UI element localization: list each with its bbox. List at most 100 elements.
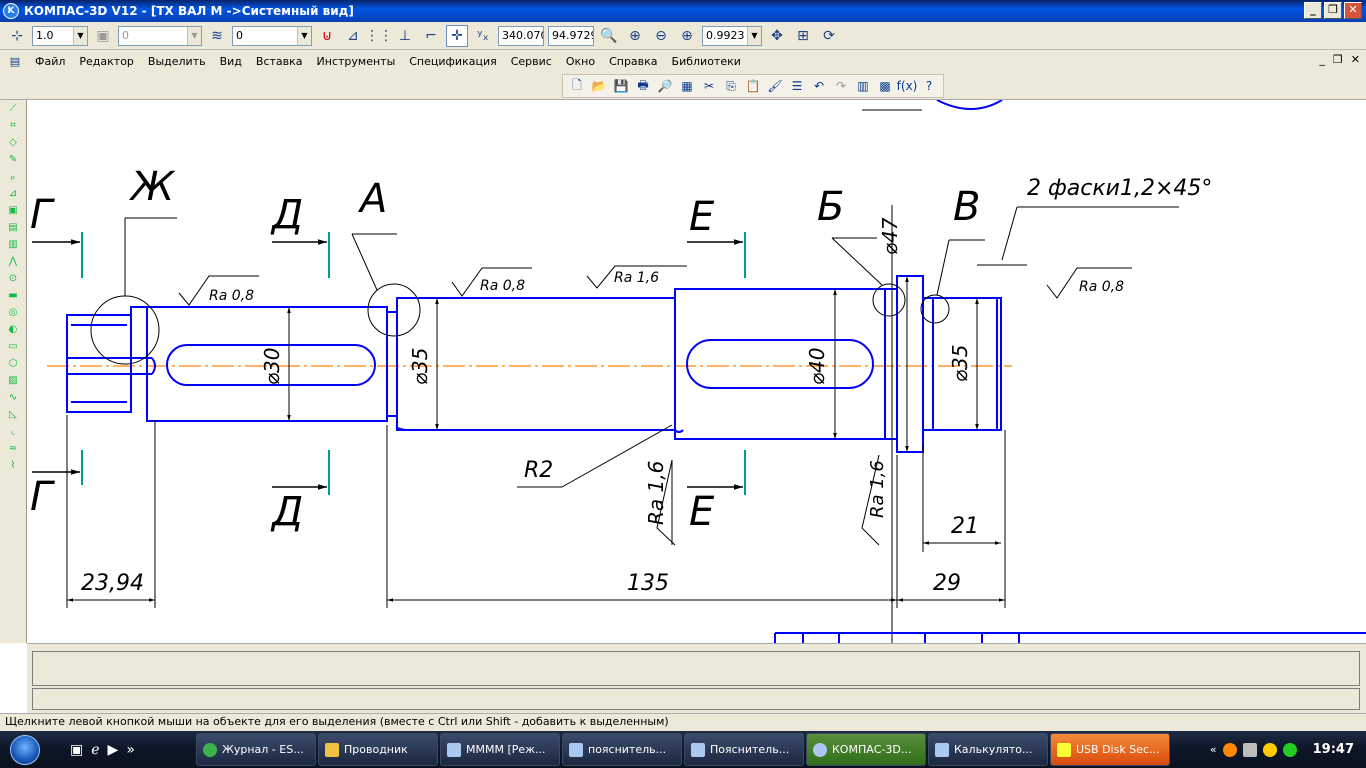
hatch-icon[interactable]: ▨ bbox=[3, 373, 23, 389]
task-word-note2[interactable]: Пояснитель... bbox=[684, 733, 804, 766]
document-icon[interactable]: ▤ bbox=[8, 54, 22, 68]
manager-icon[interactable]: ▥ bbox=[853, 76, 873, 96]
kompas-app-icon[interactable]: K bbox=[3, 3, 19, 19]
tray-app-icon[interactable] bbox=[1222, 742, 1237, 757]
variables-icon[interactable]: f(x) bbox=[897, 76, 918, 96]
arc-icon[interactable]: ◐ bbox=[3, 322, 23, 338]
undo-icon[interactable]: ↶ bbox=[809, 76, 829, 96]
new-document-icon[interactable]: 🗋 bbox=[567, 76, 587, 96]
snap-settings-icon[interactable]: ⊿ bbox=[342, 25, 364, 47]
ie-icon[interactable]: ℯ bbox=[91, 742, 99, 758]
geometry-icon[interactable]: ⟋ bbox=[3, 101, 23, 117]
minimize-button[interactable]: _ bbox=[1304, 2, 1322, 19]
properties-tabs[interactable] bbox=[32, 688, 1360, 710]
properties-icon[interactable]: ☰ bbox=[787, 76, 807, 96]
copy-icon[interactable]: ⎘ bbox=[721, 76, 741, 96]
task-calculator[interactable]: Калькулято... bbox=[928, 733, 1048, 766]
properties-area[interactable] bbox=[32, 651, 1360, 686]
task-journal[interactable]: Журнал - ES... bbox=[196, 733, 316, 766]
layer-combo[interactable]: 0 ▼ bbox=[232, 25, 312, 46]
fillet-icon[interactable]: ◟ bbox=[3, 424, 23, 440]
menu-select[interactable]: Выделить bbox=[141, 55, 213, 68]
step-icon[interactable]: ⊹ bbox=[6, 25, 28, 47]
cut-icon[interactable]: ✂ bbox=[699, 76, 719, 96]
more-quicklaunch-icon[interactable]: » bbox=[126, 742, 135, 758]
symbols-icon[interactable]: ◇ bbox=[3, 135, 23, 151]
media-player-icon[interactable]: ▶ bbox=[108, 742, 119, 758]
print-icon[interactable]: 🖶 bbox=[633, 76, 653, 96]
spec-icon[interactable]: ▥ bbox=[3, 237, 23, 253]
layers-icon[interactable]: ≋ bbox=[206, 25, 228, 47]
doc-restore-button[interactable]: ❐ bbox=[1333, 53, 1343, 66]
equidistant-icon[interactable]: ≈ bbox=[3, 441, 23, 457]
doc-close-button[interactable]: ✕ bbox=[1351, 53, 1360, 66]
zoom-all-icon[interactable]: ⊞ bbox=[792, 25, 814, 47]
task-word-mmmm[interactable]: ММММ [Реж... bbox=[440, 733, 560, 766]
contour-icon[interactable]: ⌇ bbox=[3, 458, 23, 474]
parametrization-icon[interactable]: ₚ bbox=[3, 169, 23, 185]
preview-icon[interactable]: ▦ bbox=[677, 76, 697, 96]
copy-properties-icon[interactable]: 🖌 bbox=[765, 76, 785, 96]
maximize-button[interactable]: ❐ bbox=[1324, 2, 1342, 19]
task-explorer[interactable]: Проводник bbox=[318, 733, 438, 766]
refresh-icon[interactable]: ⟳ bbox=[818, 25, 840, 47]
measure-icon[interactable]: ⊿ bbox=[3, 186, 23, 202]
coord-y-field[interactable]: 94.9729 bbox=[548, 25, 594, 46]
open-icon[interactable]: 📂 bbox=[589, 76, 609, 96]
doc-minimize-button[interactable]: _ bbox=[1319, 53, 1325, 66]
report-icon[interactable]: ⋀ bbox=[3, 254, 23, 270]
point-icon[interactable]: ⊙ bbox=[3, 271, 23, 287]
menu-service[interactable]: Сервис bbox=[504, 55, 559, 68]
zoom-scale-icon[interactable]: ⊕ bbox=[676, 25, 698, 47]
drawing-canvas[interactable]: Г Г Ж Д Д А Е Е Б В 2 фаски1,2×45° Ra 0,… bbox=[27, 100, 1366, 643]
ortho-icon[interactable]: ⌐ bbox=[420, 25, 442, 47]
tray-expand-icon[interactable]: « bbox=[1210, 743, 1217, 756]
editing-icon[interactable]: ✎ bbox=[3, 152, 23, 168]
menu-file[interactable]: Файл bbox=[28, 55, 72, 68]
show-desktop-icon[interactable]: ▣ bbox=[70, 742, 83, 758]
rect-icon[interactable]: ▭ bbox=[3, 339, 23, 355]
library-manager-icon[interactable]: ▩ bbox=[875, 76, 895, 96]
zoom-combo[interactable]: 0.9923 ▼ bbox=[702, 25, 762, 46]
menu-specification[interactable]: Спецификация bbox=[402, 55, 503, 68]
menu-tools[interactable]: Инструменты bbox=[310, 55, 403, 68]
circle-icon[interactable]: ◎ bbox=[3, 305, 23, 321]
paste-icon[interactable]: 📋 bbox=[743, 76, 763, 96]
menu-insert[interactable]: Вставка bbox=[249, 55, 310, 68]
redo-icon[interactable]: ↷ bbox=[831, 76, 851, 96]
task-usb-disk[interactable]: USB Disk Sec... bbox=[1050, 733, 1170, 766]
segment-icon[interactable]: ▬ bbox=[3, 288, 23, 304]
print-preview-icon[interactable]: 🔎 bbox=[655, 76, 675, 96]
chamfer-icon[interactable]: ◺ bbox=[3, 407, 23, 423]
task-word-note1[interactable]: пояснитель... bbox=[562, 733, 682, 766]
menu-libraries[interactable]: Библиотеки bbox=[665, 55, 748, 68]
pan-icon[interactable]: ✥ bbox=[766, 25, 788, 47]
grid-icon[interactable]: ⋮⋮ bbox=[365, 25, 393, 47]
local-cs-icon[interactable]: ⊥ bbox=[394, 25, 416, 47]
menu-help[interactable]: Справка bbox=[602, 55, 664, 68]
tray-network-icon[interactable] bbox=[1282, 742, 1297, 757]
tray-mail-icon[interactable] bbox=[1262, 742, 1277, 757]
selection-icon[interactable]: ▣ bbox=[3, 203, 23, 219]
zoom-out-icon[interactable]: ⊖ bbox=[650, 25, 672, 47]
menu-editor[interactable]: Редактор bbox=[72, 55, 141, 68]
start-button[interactable] bbox=[0, 731, 50, 768]
save-icon[interactable]: 💾 bbox=[611, 76, 631, 96]
zoom-in-icon[interactable]: ⊕ bbox=[624, 25, 646, 47]
spline-icon[interactable]: ∿ bbox=[3, 390, 23, 406]
help-pointer-icon[interactable]: ? bbox=[919, 76, 939, 96]
dimensions-icon[interactable]: ⌗ bbox=[3, 118, 23, 134]
menu-view[interactable]: Вид bbox=[213, 55, 249, 68]
close-button[interactable]: ✕ bbox=[1344, 2, 1362, 19]
tray-clock[interactable]: 19:47 bbox=[1313, 742, 1354, 757]
polygon-icon[interactable]: ⬡ bbox=[3, 356, 23, 372]
tray-keyboard-icon[interactable] bbox=[1242, 742, 1257, 757]
snap-magnet-icon[interactable]: ⊍ bbox=[316, 25, 338, 47]
coord-x-field[interactable]: 340.070 bbox=[498, 25, 544, 46]
associative-views-icon[interactable]: ▤ bbox=[3, 220, 23, 236]
task-kompas[interactable]: КОМПАС-3D... bbox=[806, 733, 926, 766]
step-combo[interactable]: 1.0 ▼ bbox=[32, 25, 88, 46]
menu-window[interactable]: Окно bbox=[559, 55, 602, 68]
view-combo[interactable]: 0 ▼ bbox=[118, 25, 202, 46]
zoom-window-icon[interactable]: 🔍 bbox=[598, 25, 620, 47]
